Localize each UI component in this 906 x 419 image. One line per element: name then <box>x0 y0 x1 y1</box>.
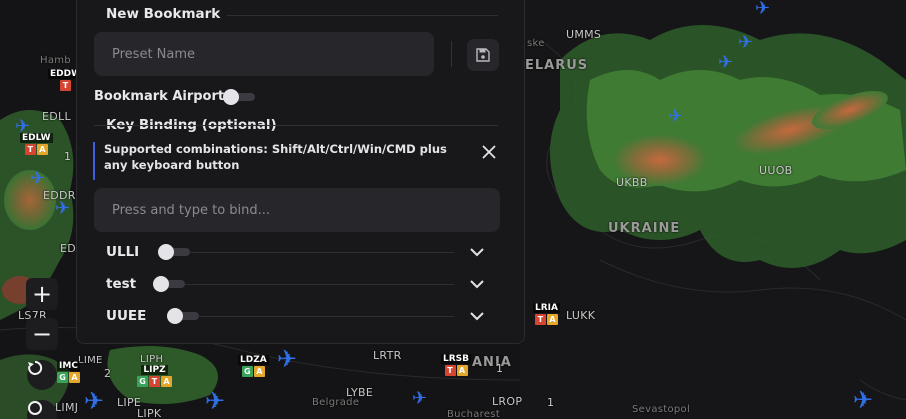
aircraft-icon[interactable]: ✈ <box>738 34 753 52</box>
region-label: ELARUS <box>525 58 589 73</box>
airport-label[interactable]: UUOB <box>759 164 793 177</box>
zoom-in-button[interactable]: + <box>26 278 58 310</box>
airport-label[interactable]: EDLL <box>42 110 71 123</box>
badge-atis: A <box>456 365 468 376</box>
airport-code: LRIA <box>533 303 560 313</box>
airport-label[interactable]: LIMJ <box>55 401 78 414</box>
airport-marker[interactable]: LRIA T A <box>533 303 560 325</box>
chevron-down-icon[interactable] <box>467 274 487 294</box>
airport-marker[interactable]: LIPZ G T A <box>137 365 172 387</box>
airport-marker[interactable]: IMC G A <box>57 361 80 383</box>
panel-title: New Bookmark <box>106 6 221 22</box>
badge-tower: T <box>444 365 456 376</box>
bookmark-name: test <box>106 276 137 292</box>
key-binding-input[interactable]: Press and type to bind... <box>94 188 500 232</box>
history-icon <box>28 401 42 415</box>
badge-atis: A <box>253 366 265 377</box>
airport-label[interactable]: LUKK <box>566 309 595 322</box>
info-text: Supported combinations: Shift/Alt/Ctrl/W… <box>104 142 447 172</box>
close-info-button[interactable] <box>480 143 498 161</box>
airport-label[interactable]: LRTR <box>373 349 402 362</box>
airport-code: LDZA <box>238 355 269 365</box>
key-binding-info: Supported combinations: Shift/Alt/Ctrl/W… <box>93 142 501 180</box>
badge-atis: A <box>69 372 80 383</box>
preset-name-placeholder: Preset Name <box>112 46 196 62</box>
bookmark-toggle[interactable] <box>158 244 190 260</box>
zoom-out-button[interactable]: − <box>26 318 58 350</box>
place-label: ske <box>527 38 545 49</box>
aircraft-icon[interactable]: ✈ <box>277 347 297 371</box>
row-divider <box>189 252 454 253</box>
bookmark-toggle[interactable] <box>153 276 185 292</box>
airport-label[interactable]: LIME <box>78 355 103 366</box>
badge-tower: T <box>149 376 160 387</box>
close-icon <box>482 145 496 159</box>
airport-label[interactable]: UKBB <box>616 176 648 189</box>
airport-code: LRSB <box>441 354 472 364</box>
save-icon <box>476 48 490 62</box>
chevron-down-icon[interactable] <box>467 242 487 262</box>
toggle-knob <box>153 276 169 292</box>
region-label: ANIA <box>472 355 512 370</box>
traffic-count: 1 <box>496 362 504 375</box>
aircraft-icon[interactable]: ✈ <box>84 389 104 413</box>
new-bookmark-panel: New Bookmark Preset Name Bookmark Airpor… <box>76 0 525 344</box>
bookmark-toggle[interactable] <box>167 308 199 324</box>
airport-label[interactable]: LROP <box>492 395 522 408</box>
aircraft-icon[interactable]: ✈ <box>668 108 683 126</box>
traffic-count: 1 <box>547 396 555 409</box>
badge-atis: A <box>546 314 558 325</box>
airport-label[interactable]: ED <box>60 242 76 255</box>
region-label: UKRAINE <box>608 221 681 236</box>
toggle-knob <box>158 244 174 260</box>
chevron-down-icon[interactable] <box>467 306 487 326</box>
aircraft-icon[interactable]: ✈ <box>718 54 733 72</box>
reset-rotation-button[interactable] <box>27 360 57 390</box>
badge-tower: T <box>24 144 36 155</box>
divider <box>227 15 498 16</box>
key-binding-placeholder: Press and type to bind... <box>112 202 271 218</box>
bookmark-airport-toggle[interactable] <box>223 89 255 105</box>
toggle-knob <box>223 89 239 105</box>
badge-ground: G <box>57 372 68 383</box>
aircraft-icon[interactable]: ✈ <box>15 118 30 136</box>
aircraft-icon[interactable]: ✈ <box>205 389 225 413</box>
airport-marker[interactable]: LRSB T A <box>441 354 472 376</box>
traffic-count: 2 <box>104 367 112 380</box>
badge-tower: T <box>60 80 72 91</box>
badge-atis: A <box>161 376 172 387</box>
aircraft-icon[interactable]: ✈ <box>853 388 873 412</box>
divider <box>94 125 498 126</box>
rotate-icon <box>28 360 43 375</box>
traffic-count: 1 <box>64 150 72 163</box>
save-button[interactable] <box>467 39 499 71</box>
airport-marker[interactable]: LDZA G A <box>238 355 269 377</box>
badge-ground: G <box>241 366 253 377</box>
input-separator <box>451 41 452 67</box>
preset-name-input[interactable]: Preset Name <box>94 32 434 76</box>
badge-atis: A <box>36 144 48 155</box>
bookmark-name: UUEE <box>106 308 147 324</box>
bookmark-airport-label: Bookmark Airport <box>94 89 225 104</box>
airport-label[interactable]: LIPH <box>140 354 163 365</box>
badge-tower: T <box>534 314 546 325</box>
airport-code: LIPZ <box>141 365 168 375</box>
airport-label[interactable]: LIPK <box>137 407 161 419</box>
toggle-knob <box>167 308 183 324</box>
place-label: Bucharest <box>447 409 501 419</box>
place-label: Hamb <box>40 55 71 66</box>
airport-label[interactable]: LYBE <box>346 386 373 399</box>
aircraft-icon[interactable]: ✈ <box>412 390 427 408</box>
airport-code: IMC <box>57 361 80 371</box>
airport-label[interactable]: UMMS <box>566 28 601 41</box>
place-label: Sevastopol <box>632 404 691 415</box>
aircraft-icon[interactable]: ✈ <box>55 200 70 218</box>
aircraft-icon[interactable]: ✈ <box>755 0 770 18</box>
bookmark-name: ULLI <box>106 244 140 260</box>
row-divider <box>184 284 454 285</box>
aircraft-icon[interactable]: ✈ <box>30 170 45 188</box>
row-divider <box>198 316 454 317</box>
badge-ground: G <box>137 376 148 387</box>
